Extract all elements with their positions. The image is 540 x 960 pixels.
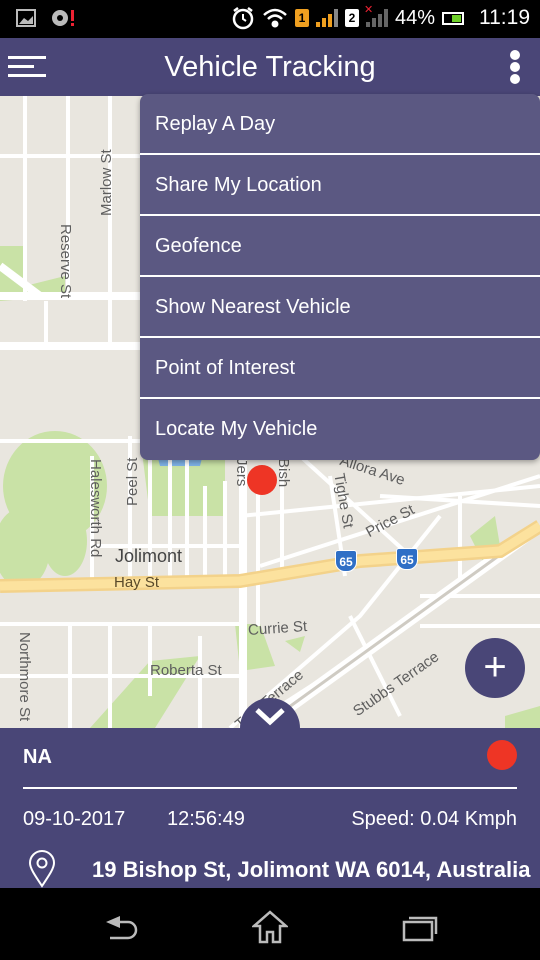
menu-item-point-of-interest[interactable]: Point of Interest <box>140 338 540 399</box>
overflow-menu-button[interactable] <box>508 50 522 86</box>
vehicle-time: 12:56:49 <box>167 808 245 830</box>
recent-apps-icon[interactable] <box>402 916 438 942</box>
vehicle-name: NA <box>23 746 52 768</box>
chevron-down-icon <box>255 708 285 726</box>
vehicle-date: 09-10-2017 <box>23 808 126 830</box>
vehicle-info-panel: NA 09-10-2017 12:56:49 Speed: 0.04 Kmph … <box>0 728 540 888</box>
battery-percent: 44% <box>394 6 435 29</box>
highway-shield: 65 <box>396 548 418 570</box>
home-icon[interactable] <box>252 910 288 944</box>
alarm-icon <box>232 7 254 30</box>
zoom-in-button[interactable]: + <box>465 638 525 698</box>
sim1-badge: 1 <box>294 9 309 27</box>
divider <box>23 787 517 789</box>
app-bar: Vehicle Tracking <box>0 38 540 96</box>
menu-item-geofence[interactable]: Geofence <box>140 216 540 277</box>
highway-shield: 65 <box>335 550 357 572</box>
street-label-hay: Hay St <box>114 574 160 591</box>
status-bar: 1 2 ✕ 44% 11:19 <box>0 0 540 38</box>
clock: 11:19 <box>479 6 530 29</box>
street-label-bishop: Bish <box>275 458 292 488</box>
menu-item-show-nearest-vehicle[interactable]: Show Nearest Vehicle <box>140 277 540 338</box>
street-label-halesworth: Halesworth Rd <box>87 459 104 558</box>
menu-item-replay-a-day[interactable]: Replay A Day <box>140 94 540 155</box>
back-icon[interactable] <box>102 916 138 944</box>
location-pin-icon <box>28 850 56 888</box>
suburb-label: Jolimont <box>115 546 183 566</box>
battery-icon <box>442 11 464 25</box>
wifi-icon <box>263 8 287 28</box>
menu-item-locate-my-vehicle[interactable]: Locate My Vehicle <box>140 399 540 460</box>
signal-sim2-icon: ✕ <box>364 4 388 27</box>
page-title: Vehicle Tracking <box>164 51 376 83</box>
vehicle-status-indicator <box>487 740 517 770</box>
sim2-badge: 2 <box>344 9 359 27</box>
overflow-menu: Replay A Day Share My Location Geofence … <box>140 94 540 460</box>
street-label-peel: Peel St <box>124 457 141 506</box>
system-nav-bar <box>0 888 540 960</box>
signal-sim1-icon <box>315 9 338 27</box>
vehicle-speed: Speed: 0.04 Kmph <box>351 808 517 830</box>
vehicle-address: 19 Bishop St, Jolimont WA 6014, Australi… <box>92 857 531 882</box>
menu-item-share-my-location[interactable]: Share My Location <box>140 155 540 216</box>
gallery-icon <box>16 9 36 27</box>
street-label-marlow: Marlow St <box>98 149 115 216</box>
vehicle-marker[interactable] <box>247 465 277 495</box>
street-label-reserve: Reserve St <box>57 224 74 299</box>
sd-card-warning-icon <box>52 10 74 26</box>
street-label-northmore: Northmore St <box>16 632 33 722</box>
more-vert-icon <box>510 50 520 60</box>
street-label-roberta: Roberta St <box>150 662 222 679</box>
